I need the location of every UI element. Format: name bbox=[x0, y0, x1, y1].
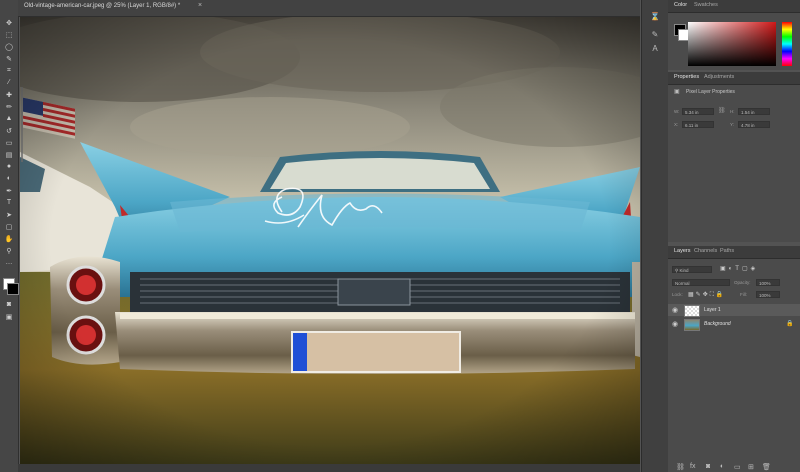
pen-tool-icon[interactable]: ✒ bbox=[3, 186, 15, 195]
layer-name[interactable]: Background bbox=[704, 321, 731, 327]
dodge-tool-icon[interactable]: ◐ bbox=[3, 174, 15, 183]
background-color-swatch[interactable] bbox=[7, 283, 19, 295]
width-field[interactable]: 5.34 in bbox=[682, 108, 714, 115]
properties-panel-tabs: Properties Adjustments bbox=[668, 72, 800, 85]
lock-icons[interactable]: ▦✎✥⛶🔒 bbox=[688, 291, 725, 299]
fx-icon[interactable]: fx bbox=[690, 463, 695, 470]
link-dimensions-icon[interactable]: ⛓ bbox=[718, 107, 726, 114]
tab-paths[interactable]: Paths bbox=[720, 248, 734, 254]
new-layer-icon[interactable]: ⊞ bbox=[748, 463, 754, 471]
group-icon[interactable]: ▭ bbox=[734, 463, 741, 471]
history-panel-icon[interactable]: ⌛ bbox=[649, 12, 661, 22]
tools-panel: ✥ ⬚ ◯ ✎ ⌗ ⁄ ✚ ✏ ▲ ↺ ▭ ▤ ● ◐ ✒ T ➤ ▢ ✋ ⚲ … bbox=[0, 0, 19, 472]
layer-filter-kind-label: Kind bbox=[679, 268, 689, 273]
hand-tool-icon[interactable]: ✋ bbox=[3, 234, 15, 243]
lasso-tool-icon[interactable]: ◯ bbox=[3, 42, 15, 51]
link-layers-icon[interactable]: ⛓ bbox=[676, 463, 685, 471]
clone-stamp-tool-icon[interactable]: ▲ bbox=[3, 114, 15, 123]
collapsed-panels-strip: ⌛ ✎ A bbox=[641, 0, 668, 472]
height-field[interactable]: 1.54 in bbox=[738, 108, 770, 115]
tab-color[interactable]: Color bbox=[674, 2, 687, 8]
layer-filter-icons[interactable]: ▣◐T▢◈ bbox=[720, 265, 758, 272]
layer-thumbnail bbox=[684, 319, 700, 331]
layer-row-background[interactable]: ◉ Background 🔒 bbox=[668, 318, 800, 331]
rectangle-tool-icon[interactable]: ▢ bbox=[3, 222, 15, 231]
brush-panel-icon[interactable]: ✎ bbox=[649, 30, 661, 40]
pixel-layer-icon: ▣ bbox=[674, 89, 680, 95]
visibility-eye-icon[interactable]: ◉ bbox=[672, 306, 678, 314]
crop-tool-icon[interactable]: ⌗ bbox=[3, 66, 15, 75]
layer-filter-kind[interactable]: ⚲ Kind bbox=[672, 266, 712, 273]
layer-row-layer-1[interactable]: ◉ Layer 1 bbox=[668, 304, 800, 317]
quick-mask-icon[interactable]: ◙ bbox=[3, 300, 15, 309]
marquee-tool-icon[interactable]: ⬚ bbox=[3, 30, 15, 39]
opacity-label: Opacity: bbox=[734, 280, 751, 285]
eraser-tool-icon[interactable]: ▭ bbox=[3, 138, 15, 147]
path-select-tool-icon[interactable]: ➤ bbox=[3, 210, 15, 219]
close-tab-icon[interactable]: × bbox=[198, 2, 202, 9]
more-tools-icon[interactable]: … bbox=[3, 258, 15, 267]
width-label: W: bbox=[674, 109, 680, 114]
move-tool-icon[interactable]: ✥ bbox=[3, 18, 15, 27]
document-canvas[interactable] bbox=[20, 17, 640, 467]
visibility-eye-icon[interactable]: ◉ bbox=[672, 320, 678, 328]
gradient-tool-icon[interactable]: ▤ bbox=[3, 150, 15, 159]
x-field[interactable]: 6.11 in bbox=[682, 121, 714, 128]
type-tool-icon[interactable]: T bbox=[3, 198, 15, 207]
document-tab-title: Old-vintage-american-car.jpeg @ 25% (Lay… bbox=[24, 3, 181, 9]
screen-mode-icon[interactable]: ▣ bbox=[3, 312, 15, 321]
history-brush-tool-icon[interactable]: ↺ bbox=[3, 126, 15, 135]
color-panel-tabs: Color Swatches bbox=[668, 0, 800, 13]
layers-panel-tabs: Layers Channels Paths bbox=[668, 246, 800, 259]
delete-layer-icon[interactable]: 🗑 bbox=[762, 463, 771, 471]
blur-tool-icon[interactable]: ● bbox=[3, 162, 15, 171]
quick-select-tool-icon[interactable]: ✎ bbox=[3, 54, 15, 63]
fill-field[interactable]: 100% bbox=[756, 291, 780, 298]
zoom-tool-icon[interactable]: ⚲ bbox=[3, 246, 15, 255]
tab-swatches[interactable]: Swatches bbox=[694, 2, 718, 8]
eyedropper-tool-icon[interactable]: ⁄ bbox=[3, 78, 15, 87]
lock-icon: 🔒 bbox=[786, 321, 794, 327]
hue-slider[interactable] bbox=[782, 22, 792, 66]
car-photo bbox=[20, 17, 640, 467]
color-panel: Color Swatches bbox=[668, 0, 800, 70]
x-label: X: bbox=[674, 122, 679, 127]
character-panel-icon[interactable]: A bbox=[649, 44, 661, 54]
properties-panel: Properties Adjustments ▣ Pixel Layer Pro… bbox=[668, 72, 800, 242]
opacity-field[interactable]: 100% bbox=[756, 279, 780, 286]
lock-label: Lock: bbox=[672, 292, 683, 297]
color-picker-field[interactable] bbox=[688, 22, 776, 66]
layer-thumbnail bbox=[684, 305, 700, 317]
healing-brush-tool-icon[interactable]: ✚ bbox=[3, 90, 15, 99]
adjustment-layer-icon[interactable]: ◐ bbox=[720, 463, 724, 470]
tab-layers[interactable]: Layers bbox=[674, 248, 691, 254]
tab-properties[interactable]: Properties bbox=[674, 74, 699, 80]
y-label: Y: bbox=[730, 122, 735, 127]
blend-mode-select[interactable]: Normal bbox=[672, 279, 730, 286]
y-field[interactable]: 4.78 in bbox=[738, 121, 770, 128]
layer-name[interactable]: Layer 1 bbox=[704, 307, 721, 313]
fill-label: Fill: bbox=[740, 292, 747, 297]
brush-tool-icon[interactable]: ✏ bbox=[3, 102, 15, 111]
tab-adjustments[interactable]: Adjustments bbox=[704, 74, 734, 80]
tab-channels[interactable]: Channels bbox=[694, 248, 717, 254]
add-mask-icon[interactable]: ◙ bbox=[706, 463, 710, 470]
document-tab[interactable]: Old-vintage-american-car.jpeg @ 25% (Lay… bbox=[18, 0, 640, 17]
height-label: H: bbox=[730, 109, 735, 114]
layers-panel: Layers Channels Paths ⚲ Kind ▣◐T▢◈ Norma… bbox=[668, 246, 800, 472]
status-bar bbox=[18, 464, 640, 472]
properties-section-title: Pixel Layer Properties bbox=[686, 89, 735, 95]
